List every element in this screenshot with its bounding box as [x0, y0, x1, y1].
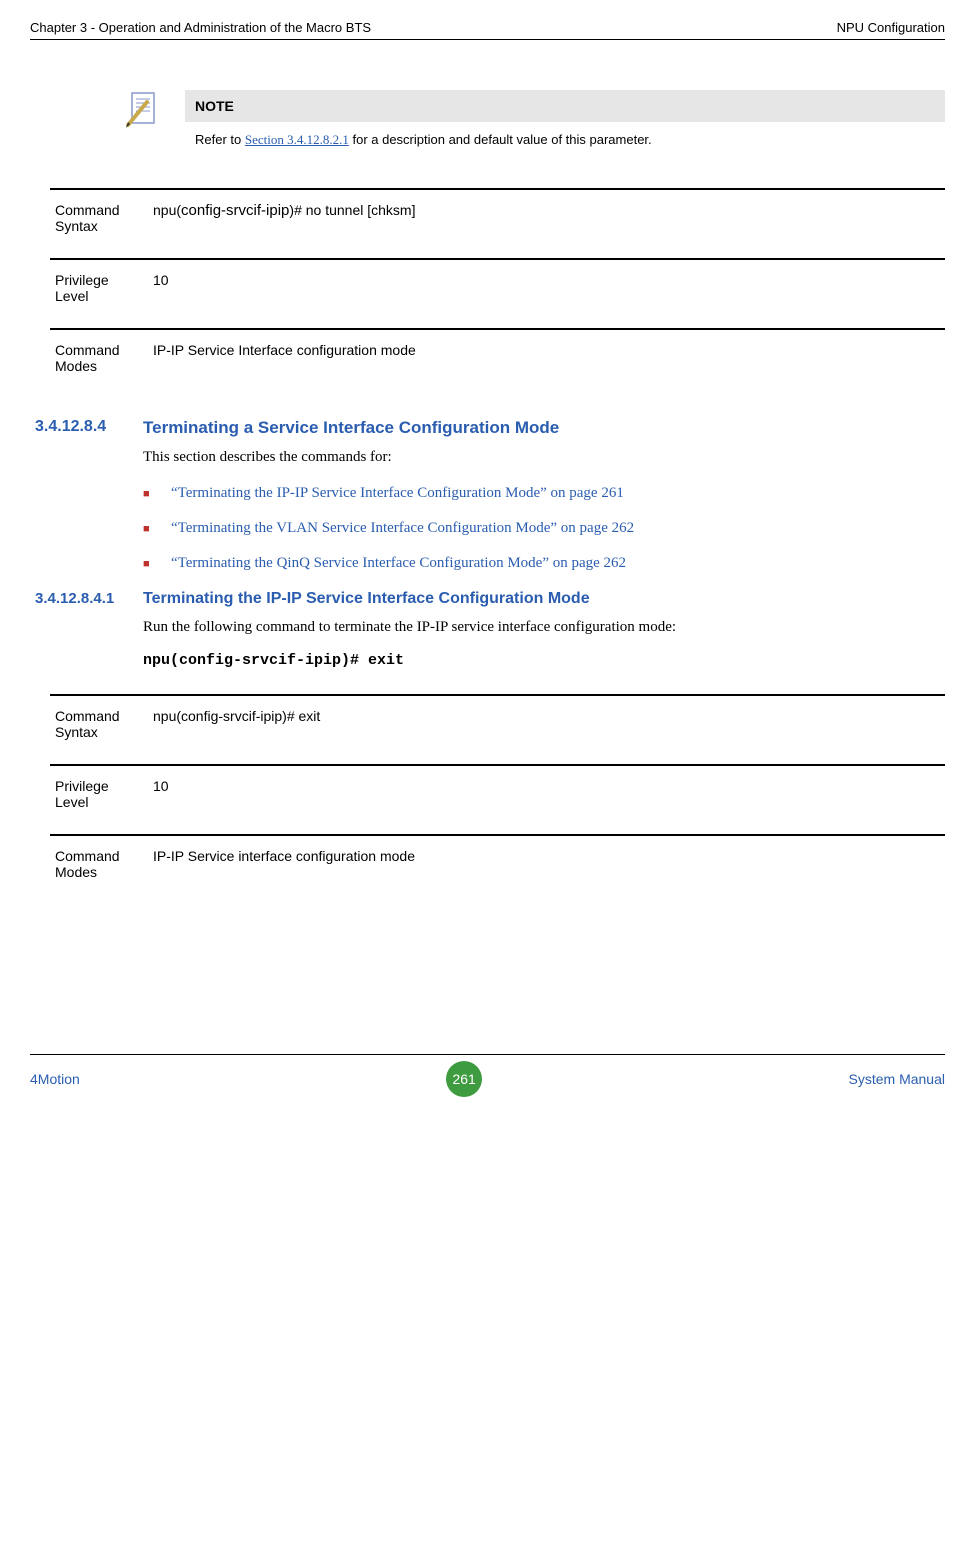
section-body: Run the following command to terminate t…	[143, 616, 945, 639]
section-heading-2: 3.4.12.8.4.1 Terminating the IP-IP Servi…	[30, 590, 945, 608]
section-heading-1: 3.4.12.8.4 Terminating a Service Interfa…	[30, 418, 945, 438]
section-intro: This section describes the commands for:	[143, 446, 945, 469]
command-modes-value: IP-IP Service Interface configuration mo…	[145, 342, 945, 374]
page-footer: 4Motion 261 System Manual	[30, 1054, 945, 1097]
header-right: NPU Configuration	[837, 20, 945, 35]
command-block-2: Command Syntax npu(config-srvcif-ipip)# …	[50, 694, 945, 904]
command-syntax-label: Command Syntax	[50, 708, 145, 740]
header-left: Chapter 3 - Operation and Administration…	[30, 20, 371, 35]
footer-left: 4Motion	[30, 1071, 80, 1087]
command-block-1: Command Syntax npu(config-srvcif-ipip)# …	[50, 188, 945, 398]
privilege-level-value: 10	[145, 778, 945, 810]
note-content: NOTE Refer to Section 3.4.12.8.2.1 for a…	[185, 90, 945, 158]
note-icon	[125, 90, 160, 130]
section-title: Terminating a Service Interface Configur…	[143, 418, 559, 438]
page-header: Chapter 3 - Operation and Administration…	[30, 20, 945, 40]
page-number-badge: 261	[446, 1061, 482, 1097]
section-number: 3.4.12.8.4	[30, 418, 143, 438]
command-modes-value: IP-IP Service interface configuration mo…	[145, 848, 945, 880]
note-link[interactable]: Section 3.4.12.8.2.1	[245, 132, 349, 147]
section-title: Terminating the IP-IP Service Interface …	[143, 590, 590, 608]
note-text: Refer to Section 3.4.12.8.2.1 for a desc…	[185, 122, 945, 158]
note-prefix: Refer to	[195, 132, 245, 147]
cmd-prefix: npu(	[153, 202, 181, 218]
footer-right: System Manual	[849, 1071, 945, 1087]
privilege-level-label: Privilege Level	[50, 778, 145, 810]
cmd-suffix: )# no tunnel [chksm]	[289, 202, 415, 218]
cmd-mid: config-srvcif-ipip	[181, 202, 289, 219]
list-item[interactable]: “Terminating the IP-IP Service Interface…	[143, 485, 945, 502]
command-syntax-value: npu(config-srvcif-ipip)# no tunnel [chks…	[145, 202, 945, 234]
privilege-level-label: Privilege Level	[50, 272, 145, 304]
note-box: NOTE Refer to Section 3.4.12.8.2.1 for a…	[125, 90, 945, 158]
bullet-list: “Terminating the IP-IP Service Interface…	[143, 485, 945, 572]
command-modes-label: Command Modes	[50, 342, 145, 374]
command-modes-label: Command Modes	[50, 848, 145, 880]
section-number: 3.4.12.8.4.1	[30, 590, 143, 608]
list-item[interactable]: “Terminating the VLAN Service Interface …	[143, 520, 945, 537]
command-syntax-label: Command Syntax	[50, 202, 145, 234]
note-suffix: for a description and default value of t…	[349, 132, 652, 147]
privilege-level-value: 10	[145, 272, 945, 304]
code-command: npu(config-srvcif-ipip)# exit	[143, 652, 945, 669]
list-item[interactable]: “Terminating the QinQ Service Interface …	[143, 555, 945, 572]
command-syntax-value: npu(config-srvcif-ipip)# exit	[145, 708, 945, 740]
note-title: NOTE	[185, 90, 945, 122]
